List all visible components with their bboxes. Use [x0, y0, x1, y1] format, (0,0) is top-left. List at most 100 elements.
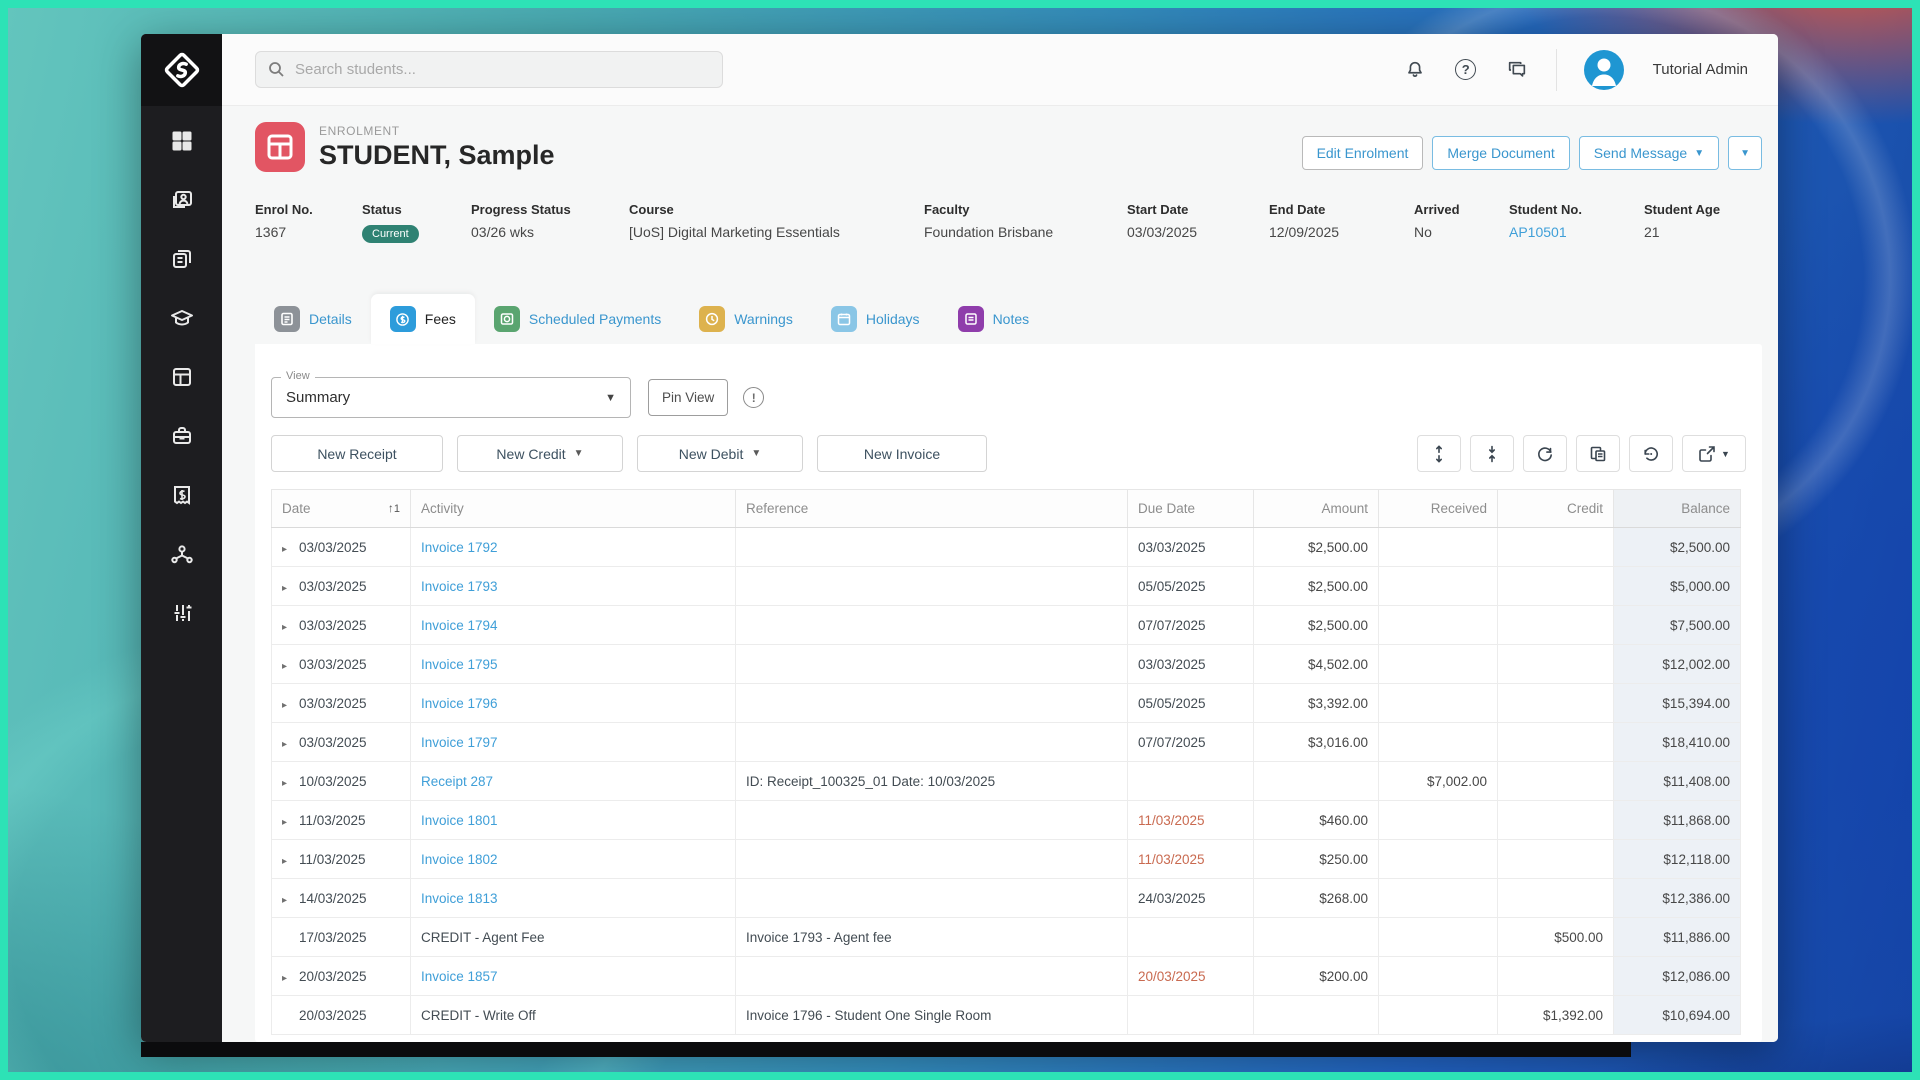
messages-icon[interactable] [1505, 58, 1529, 82]
new-receipt-button[interactable]: New Receipt [271, 435, 443, 472]
table-row[interactable]: 17/03/2025 CREDIT - Agent Fee Invoice 1793… [271, 917, 1741, 957]
table-row[interactable]: ▸ 03/03/2025 Invoice 1795 03/03/2025 $4,502.… [271, 644, 1741, 684]
expand-caret-icon[interactable]: ▸ [282, 856, 299, 867]
col-reference[interactable]: Reference [735, 489, 1128, 528]
info-end-date: End Date 12/09/2025 [1269, 202, 1340, 240]
col-received[interactable]: Received [1378, 489, 1498, 528]
merge-document-button[interactable]: Merge Document [1432, 136, 1570, 170]
tab-scheduled-payments[interactable]: Scheduled Payments [475, 294, 680, 344]
sidebar-item-dashboard[interactable] [162, 128, 202, 154]
col-date[interactable]: Date ↑1 [271, 489, 411, 528]
col-amount[interactable]: Amount [1253, 489, 1379, 528]
student-no-link[interactable]: AP10501 [1509, 224, 1636, 240]
cell-date: ▸ 03/03/2025 [271, 605, 411, 645]
expand-caret-icon[interactable]: ▸ [282, 661, 299, 672]
sidebar-item-students[interactable] [162, 187, 202, 213]
cell-activity[interactable]: Invoice 1796 [410, 683, 736, 723]
new-credit-button[interactable]: New Credit ▼ [457, 435, 623, 472]
col-balance[interactable]: Balance [1613, 489, 1741, 528]
refresh-icon[interactable] [1523, 435, 1567, 472]
cell-activity[interactable]: Invoice 1802 [410, 839, 736, 879]
search-input[interactable] [295, 61, 710, 78]
sort-asc-icon[interactable]: ↑1 [388, 501, 400, 515]
cell-activity[interactable]: Invoice 1793 [410, 566, 736, 606]
cell-activity[interactable]: Invoice 1795 [410, 644, 736, 684]
expand-caret-icon[interactable]: ▸ [282, 544, 299, 555]
cell-date: ▸ 03/03/2025 [271, 644, 411, 684]
sidebar-item-agents[interactable] [162, 423, 202, 449]
tab-holidays[interactable]: Holidays [812, 294, 939, 344]
cell-due-date [1127, 995, 1254, 1035]
history-icon[interactable] [1629, 435, 1673, 472]
cell-activity[interactable]: Invoice 1857 [410, 956, 736, 996]
edit-enrolment-button[interactable]: Edit Enrolment [1301, 136, 1424, 170]
copy-grid-icon[interactable] [1576, 435, 1620, 472]
cell-activity[interactable]: Invoice 1792 [410, 527, 736, 567]
student-search[interactable] [255, 51, 723, 88]
expand-caret-icon[interactable]: ▸ [282, 739, 299, 750]
cell-activity[interactable]: Receipt 287 [410, 761, 736, 801]
table-row[interactable]: ▸ 10/03/2025 Receipt 287 ID: Receipt_100325… [271, 761, 1741, 801]
chevron-down-icon: ▼ [605, 391, 616, 404]
cell-balance: $11,408.00 [1613, 761, 1741, 801]
info-icon[interactable]: ! [743, 387, 765, 408]
table-row[interactable]: ▸ 03/03/2025 Invoice 1794 07/07/2025 $2,500.… [271, 605, 1741, 645]
expand-caret-icon[interactable]: ▸ [282, 583, 299, 594]
cell-activity[interactable]: Invoice 1801 [410, 800, 736, 840]
view-select[interactable]: View Summary ▼ [271, 370, 631, 418]
tab-details[interactable]: Details [255, 294, 371, 344]
send-message-button[interactable]: Send Message ▼ [1578, 136, 1720, 170]
cell-activity[interactable]: Invoice 1797 [410, 722, 736, 762]
sidebar-item-finance[interactable] [162, 482, 202, 508]
table-row[interactable]: ▸ 03/03/2025 Invoice 1797 07/07/2025 $3,016.… [271, 722, 1741, 762]
sidebar-item-enrolments[interactable] [162, 364, 202, 390]
collapse-rows-icon[interactable] [1470, 435, 1514, 472]
cell-activity[interactable]: Invoice 1813 [410, 878, 736, 918]
expand-caret-icon[interactable]: ▸ [282, 895, 299, 906]
pin-view-button[interactable]: Pin View [648, 379, 729, 416]
table-row[interactable]: ▸ 03/03/2025 Invoice 1792 03/03/2025 $2,500.… [271, 527, 1741, 567]
cell-date: ▸ 03/03/2025 [271, 683, 411, 723]
app-logo[interactable] [141, 34, 222, 106]
col-activity[interactable]: Activity [410, 489, 736, 528]
topbar: ? Tutorial Admin [222, 34, 1778, 106]
cell-date: ▸ 03/03/2025 [271, 566, 411, 606]
expand-caret-icon[interactable]: ▸ [282, 778, 299, 789]
expand-caret-icon[interactable]: ▸ [282, 622, 299, 633]
cell-balance: $18,410.00 [1613, 722, 1741, 762]
new-debit-button[interactable]: New Debit ▼ [637, 435, 803, 472]
cell-activity[interactable]: Invoice 1794 [410, 605, 736, 645]
tab-fees[interactable]: Fees [370, 294, 475, 344]
tab-warnings[interactable]: Warnings [680, 294, 812, 344]
help-icon[interactable]: ? [1454, 58, 1478, 82]
expand-caret-icon[interactable]: ▸ [282, 817, 299, 828]
col-credit[interactable]: Credit [1497, 489, 1614, 528]
sidebar-item-documents[interactable] [162, 246, 202, 272]
cell-date: 17/03/2025 [271, 917, 411, 957]
col-due-date[interactable]: Due Date [1127, 489, 1254, 528]
table-row[interactable]: ▸ 11/03/2025 Invoice 1802 11/03/2025 $250.00… [271, 839, 1741, 879]
table-row[interactable]: ▸ 11/03/2025 Invoice 1801 11/03/2025 $460.00… [271, 800, 1741, 840]
user-name[interactable]: Tutorial Admin [1653, 61, 1748, 78]
sidebar-item-network[interactable] [162, 541, 202, 567]
table-row[interactable]: ▸ 03/03/2025 Invoice 1796 05/05/2025 $3,392.… [271, 683, 1741, 723]
notifications-bell-icon[interactable] [1403, 58, 1427, 82]
sidebar-item-settings[interactable] [162, 600, 202, 626]
expand-caret-icon[interactable]: ▸ [282, 700, 299, 711]
expand-caret-icon[interactable]: ▸ [282, 973, 299, 984]
table-row[interactable]: ▸ 20/03/2025 Invoice 1857 20/03/2025 $200.00… [271, 956, 1741, 996]
new-invoice-button[interactable]: New Invoice [817, 435, 987, 472]
tab-notes[interactable]: Notes [939, 294, 1049, 344]
more-actions-button[interactable]: ▼ [1728, 136, 1762, 170]
cell-received [1378, 800, 1498, 840]
cell-received [1378, 995, 1498, 1035]
export-icon[interactable]: ▼ [1682, 435, 1746, 472]
sidebar-item-courses[interactable] [162, 305, 202, 331]
user-avatar[interactable] [1583, 49, 1624, 90]
table-row[interactable]: ▸ 03/03/2025 Invoice 1793 05/05/2025 $2,500.… [271, 566, 1741, 606]
info-enrol-no: Enrol No. 1367 [255, 202, 313, 240]
expand-rows-icon[interactable] [1417, 435, 1461, 472]
table-row[interactable]: 20/03/2025 CREDIT - Write Off Invoice 1796… [271, 995, 1741, 1035]
cell-amount: $268.00 [1253, 878, 1379, 918]
table-row[interactable]: ▸ 14/03/2025 Invoice 1813 24/03/2025 $268.00… [271, 878, 1741, 918]
